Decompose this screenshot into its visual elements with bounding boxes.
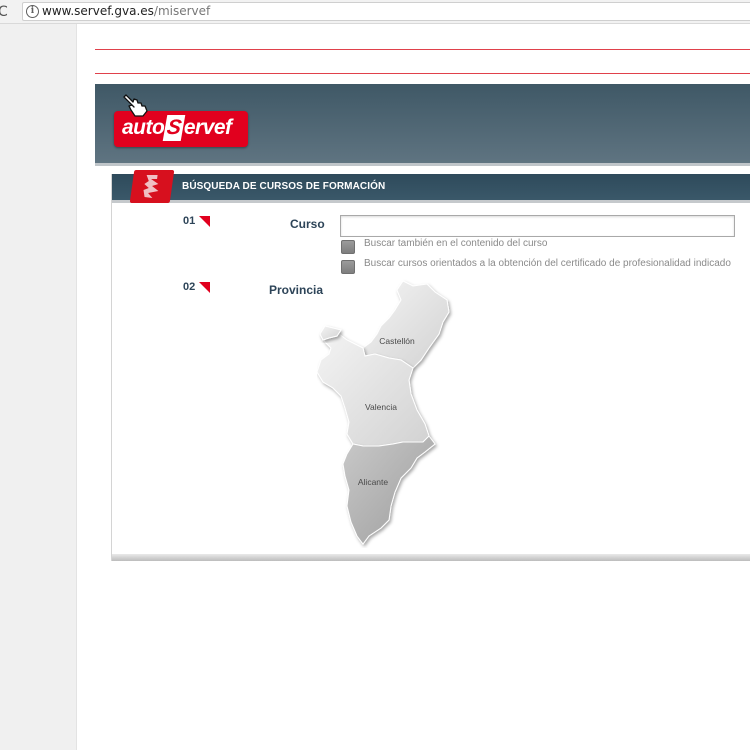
step-02-number: 02 <box>183 281 196 293</box>
panel-header: BÚSQUEDA DE CURSOS DE FORMACIÓN <box>112 170 750 203</box>
second-divider-line <box>95 73 750 74</box>
url-field[interactable]: i www.servef.gva.es/miservef <box>22 2 750 21</box>
header-banner: autoServef <box>95 84 750 166</box>
url-text[interactable]: www.servef.gva.es/miservef <box>42 3 210 20</box>
alicante-label: Alicante <box>358 477 389 487</box>
search-content-checkbox[interactable] <box>341 240 355 254</box>
page-left-margin <box>0 24 77 750</box>
generalitat-emblem-icon <box>129 170 175 203</box>
search-content-label[interactable]: Buscar también en el contenido del curso <box>364 238 547 249</box>
top-divider-line <box>95 49 750 50</box>
step-01-number: 01 <box>183 215 196 227</box>
certificate-courses-checkbox[interactable] <box>341 260 355 274</box>
info-icon[interactable]: i <box>26 5 39 18</box>
panel-title: BÚSQUEDA DE CURSOS DE FORMACIÓN <box>182 181 386 192</box>
provincia-label: Provincia <box>269 283 324 297</box>
reload-icon[interactable]: C <box>0 4 10 20</box>
step-02-flag-icon <box>199 282 210 293</box>
browser-address-bar: C i www.servef.gva.es/miservef <box>0 0 750 24</box>
certificate-courses-label[interactable]: Buscar cursos orientados a la obtención … <box>364 258 731 269</box>
step-01-flag-icon <box>199 216 210 227</box>
valencia-label: Valencia <box>365 402 397 412</box>
course-search-panel: BÚSQUEDA DE CURSOS DE FORMACIÓN 01 Curso… <box>111 170 750 561</box>
province-alicante[interactable] <box>342 435 436 545</box>
curso-input[interactable] <box>340 215 735 237</box>
province-map: Castellón Valencia Alicante <box>317 280 450 545</box>
logo-text: autoServef <box>122 115 232 141</box>
curso-label: Curso <box>290 217 325 231</box>
castellon-label: Castellón <box>379 336 415 346</box>
pointing-hand-icon <box>123 94 148 117</box>
panel-bottom-bar <box>112 554 750 561</box>
